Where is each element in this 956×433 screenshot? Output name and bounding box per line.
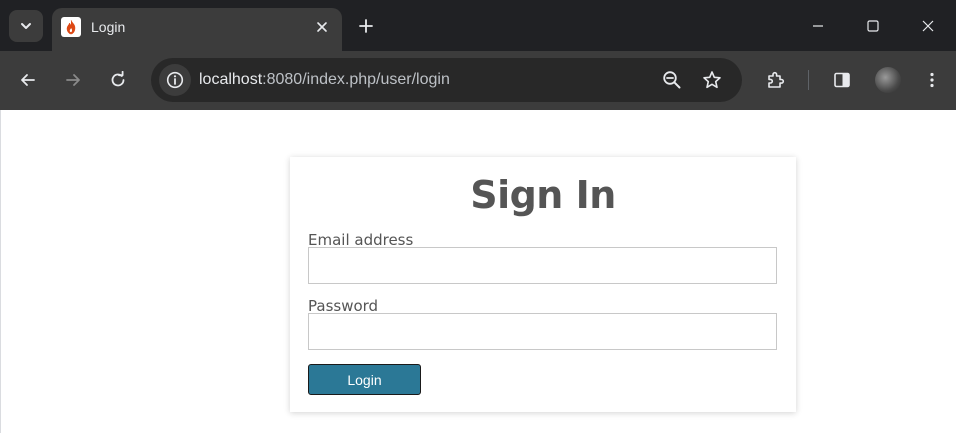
url-text: localhost:8080/index.php/user/login <box>199 71 450 89</box>
site-info-button[interactable] <box>159 64 191 96</box>
close-icon <box>922 20 934 31</box>
active-tab[interactable]: Login <box>52 8 342 51</box>
new-tab-button[interactable] <box>352 12 380 40</box>
plus-icon <box>359 19 373 33</box>
tab-close-button[interactable] <box>310 15 334 39</box>
side-panel-icon <box>834 72 850 88</box>
reload-icon <box>111 71 125 87</box>
address-bar[interactable]: localhost:8080/index.php/user/login <box>151 58 742 102</box>
codeigniter-flame-icon <box>61 17 81 37</box>
login-button[interactable]: Login <box>308 364 421 395</box>
tab-search-button[interactable] <box>9 10 43 42</box>
page-title: Sign In <box>470 173 616 217</box>
menu-button[interactable] <box>916 64 948 96</box>
bookmark-button[interactable] <box>696 64 728 96</box>
chevron-down-icon <box>21 23 31 29</box>
zoom-button[interactable] <box>656 64 688 96</box>
info-icon <box>166 71 184 89</box>
maximize-button[interactable] <box>845 0 901 51</box>
side-panel-button[interactable] <box>826 64 858 96</box>
reload-button[interactable] <box>102 64 134 96</box>
tab-title: Login <box>91 19 126 35</box>
close-icon <box>317 22 327 32</box>
puzzle-piece-icon <box>768 71 785 88</box>
login-card: Sign In Email address Password Login <box>290 157 796 412</box>
forward-button[interactable] <box>57 64 89 96</box>
arrow-left-icon <box>21 74 35 86</box>
minimize-icon <box>813 24 823 27</box>
extensions-button[interactable] <box>760 64 792 96</box>
page-viewport: Sign In Email address Password Login <box>0 110 956 433</box>
url-host: localhost <box>199 71 263 88</box>
password-field[interactable] <box>308 313 777 350</box>
maximize-icon <box>867 19 879 32</box>
back-button[interactable] <box>12 64 44 96</box>
close-window-button[interactable] <box>900 0 956 51</box>
url-path: :8080/index.php/user/login <box>262 71 450 88</box>
zoom-out-icon <box>663 71 681 89</box>
browser-tab-strip: Login <box>0 0 956 51</box>
star-icon <box>703 71 721 89</box>
toolbar-divider <box>808 70 809 90</box>
profile-avatar[interactable] <box>875 67 901 93</box>
more-vertical-icon <box>930 72 934 88</box>
email-field[interactable] <box>308 247 777 284</box>
arrow-right-icon <box>66 74 80 86</box>
browser-toolbar: localhost:8080/index.php/user/login <box>0 51 956 110</box>
minimize-button[interactable] <box>790 0 846 51</box>
